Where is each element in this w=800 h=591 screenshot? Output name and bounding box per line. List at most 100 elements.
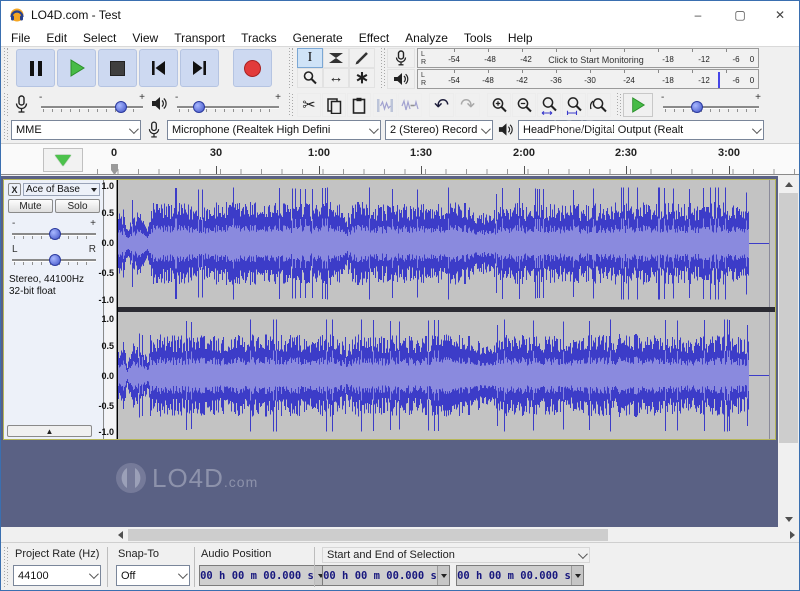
skip-to-end-button[interactable] (180, 49, 219, 87)
selection-tool-button[interactable]: I (297, 48, 323, 68)
fit-project-button[interactable] (562, 93, 586, 117)
playback-volume-slider[interactable]: - + (173, 92, 283, 116)
zoom-in-button[interactable] (487, 93, 511, 117)
play-button[interactable] (57, 49, 96, 87)
snap-to-select[interactable]: Off (116, 565, 190, 586)
scroll-down-button[interactable] (778, 511, 799, 527)
waveform-channel-left[interactable] (117, 180, 775, 307)
envelope-tool-button[interactable] (323, 48, 349, 68)
trim-audio-button[interactable] (373, 93, 397, 117)
maximize-button[interactable]: ▢ (723, 2, 757, 28)
horizontal-scrollbar[interactable] (113, 528, 799, 542)
menu-select[interactable]: Select (75, 31, 124, 45)
mixer-toolbar-grip[interactable] (4, 93, 8, 117)
record-button[interactable] (233, 49, 272, 87)
cut-button[interactable]: ✂ (297, 93, 321, 117)
record-meter-mic-icon[interactable] (387, 48, 415, 68)
scroll-left-button[interactable] (113, 528, 127, 542)
menu-effect[interactable]: Effect (351, 31, 397, 45)
track-gain-thumb[interactable] (49, 228, 61, 240)
track-collapse-button[interactable]: ▲ (7, 425, 92, 437)
playback-volume-thumb[interactable] (193, 101, 205, 113)
ruler-label: 3:00 (718, 147, 740, 159)
zoom-toggle-button[interactable] (587, 93, 611, 117)
time-format-arrow-icon[interactable] (571, 566, 583, 585)
monitoring-text[interactable]: Click to Start Monitoring (548, 55, 644, 65)
track-viewport: X Ace of Base Mute Solo - + L R (1, 176, 799, 527)
menu-help[interactable]: Help (500, 31, 541, 45)
play-speed-slider[interactable]: - + (659, 92, 763, 116)
menu-edit[interactable]: Edit (38, 31, 75, 45)
recording-meter-r-label: R (421, 59, 426, 66)
horizontal-scrollbar-thumb[interactable] (128, 529, 608, 541)
pinned-play-head-button[interactable] (43, 148, 83, 172)
playback-meter[interactable]: L R -54 -48 -42 -36 -30 -24 -18 -12 -6 0 (417, 69, 759, 89)
track-gain-slider[interactable]: - + (8, 217, 100, 243)
playback-device-select[interactable]: HeadPhone/Digital Output (Realt (518, 120, 764, 140)
snap-to-label: Snap-To (118, 548, 159, 560)
selection-toolbar-grip[interactable] (4, 547, 8, 587)
multi-tool-button[interactable]: ∗ (349, 68, 375, 88)
play-at-speed-grip[interactable] (617, 93, 621, 117)
mute-button[interactable]: Mute (8, 199, 53, 213)
audio-host-select[interactable]: MME (11, 120, 141, 140)
selection-mode-select[interactable]: Start and End of Selection (322, 547, 590, 563)
redo-button[interactable]: ↷ (455, 93, 480, 117)
draw-tool-button[interactable] (349, 48, 375, 68)
menu-tracks[interactable]: Tracks (233, 31, 285, 45)
project-rate-select[interactable]: 44100 (13, 565, 101, 586)
recording-meter[interactable]: L R -54 -48 -42 Click to Start Monitorin… (417, 48, 759, 68)
track-pan-thumb[interactable] (49, 254, 61, 266)
recording-channels-select[interactable]: 2 (Stereo) Recording Chai (385, 120, 493, 140)
timeline-ruler[interactable]: 0 30 1:00 1:30 2:00 2:30 3:00 (1, 143, 799, 175)
solo-button[interactable]: Solo (55, 199, 100, 213)
vertical-scrollbar[interactable] (778, 176, 799, 527)
selection-end-field[interactable]: 00 h 00 m 00.000 s (456, 565, 584, 586)
menu-file[interactable]: File (3, 31, 38, 45)
audio-position-field[interactable]: 00 h 00 m 00.000 s (199, 565, 327, 586)
selection-start-field[interactable]: 00 h 00 m 00.000 s (322, 565, 450, 586)
menu-generate[interactable]: Generate (285, 31, 351, 45)
title-bar: LO4D.com - Test – ▢ ✕ (1, 1, 799, 29)
recording-volume-thumb[interactable] (115, 101, 127, 113)
track-pan-slider[interactable]: L R (8, 243, 100, 269)
track-name-menu[interactable]: Ace of Base (23, 183, 100, 196)
recording-volume-slider[interactable]: - + (37, 92, 147, 116)
zoom-out-button[interactable] (512, 93, 536, 117)
pause-button[interactable] (16, 49, 55, 87)
device-toolbar-grip[interactable] (4, 120, 8, 140)
recording-device-select[interactable]: Microphone (Realtek High Defini (167, 120, 381, 140)
scroll-up-button[interactable] (778, 176, 799, 192)
waveform-channel-right[interactable] (117, 312, 775, 439)
paste-button[interactable] (347, 93, 371, 117)
meter-toolbar-grip[interactable] (381, 48, 385, 88)
transport-toolbar-grip[interactable] (4, 48, 8, 88)
menu-view[interactable]: View (124, 31, 166, 45)
zoom-tool-button[interactable] (297, 68, 323, 88)
menu-transport[interactable]: Transport (166, 31, 233, 45)
menu-analyze[interactable]: Analyze (397, 31, 456, 45)
play-at-speed-button[interactable] (623, 93, 653, 117)
timeshift-tool-button[interactable]: ↔ (323, 68, 349, 88)
undo-button[interactable]: ↶ (429, 93, 454, 117)
vertical-scrollbar-thumb[interactable] (779, 193, 798, 443)
minimize-button[interactable]: – (681, 2, 715, 28)
play-speed-thumb[interactable] (691, 101, 703, 113)
menu-tools[interactable]: Tools (456, 31, 500, 45)
meter-tick-label: -24 (623, 76, 635, 85)
play-meter-speaker-icon[interactable] (387, 69, 415, 89)
ruler-label: 2:30 (615, 147, 637, 159)
edit-toolbar-grip[interactable] (289, 93, 293, 117)
track-close-button[interactable]: X (8, 183, 21, 196)
meter-tick-label: -12 (698, 55, 710, 64)
time-format-arrow-icon[interactable] (437, 566, 449, 585)
stop-button[interactable] (98, 49, 137, 87)
skip-to-start-button[interactable] (139, 49, 178, 87)
tools-toolbar-grip[interactable] (289, 48, 293, 88)
scroll-right-button[interactable] (785, 528, 799, 542)
copy-button[interactable] (322, 93, 346, 117)
silence-audio-button[interactable] (398, 93, 422, 117)
close-button[interactable]: ✕ (763, 2, 797, 28)
fit-selection-button[interactable] (537, 93, 561, 117)
meter-tick-label: -6 (732, 76, 739, 85)
